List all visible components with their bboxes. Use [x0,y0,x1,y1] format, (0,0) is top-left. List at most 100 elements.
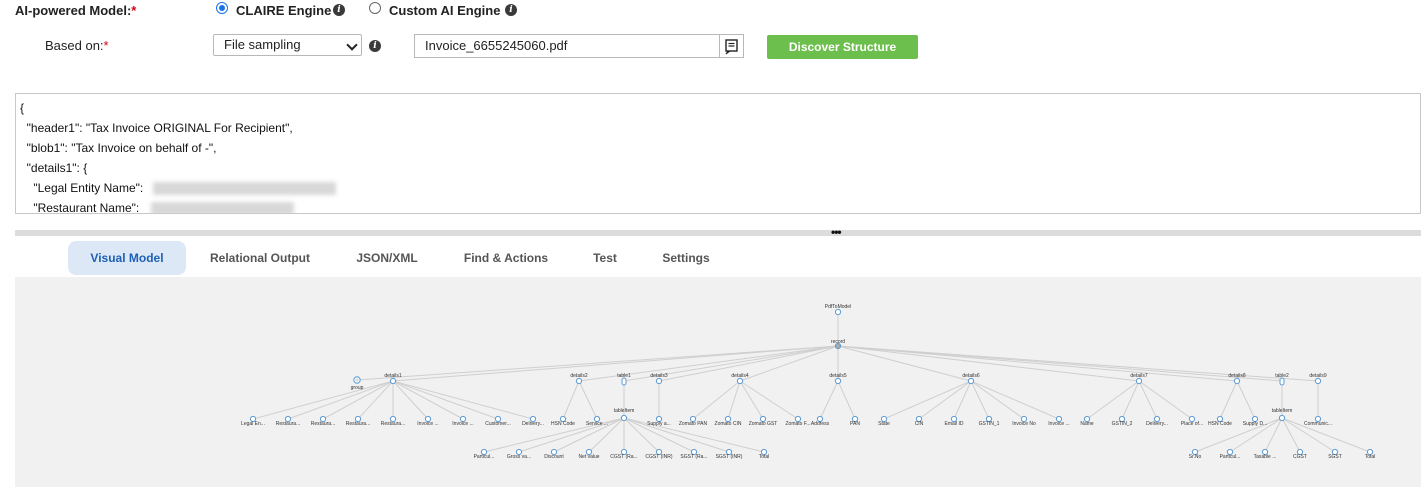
visual-model-canvas[interactable]: PdfToModel record group details1 details2 tab… [15,277,1421,487]
required-mark: * [103,38,109,53]
tree-edge [727,380,741,420]
tree-node-label: Communic... [1304,421,1332,427]
ai-model-label: AI-powered Model:* [15,3,137,18]
table-node-icon[interactable] [1279,377,1285,386]
radio-custom-ai-engine[interactable] [369,2,381,14]
visual-model-tree[interactable]: PdfToModelrecordgroupdetails1 details2 tab… [15,277,1421,487]
tree-edge [739,380,799,420]
tree-node-label: Gross va... [507,454,531,460]
tree-edge [970,380,1060,420]
based-on-value: File sampling [224,37,301,52]
discover-structure-button[interactable]: Discover Structure [767,35,918,59]
tree-node-label: CGST (Ra... [610,454,637,460]
tree-node-label: Restaura... [346,421,370,427]
tree-group-label: group [351,385,364,391]
tree-node-label: PAN [850,421,860,427]
tree-edge [392,380,534,420]
json-line: "blob1": "Tax Invoice on behalf of -", [20,141,217,155]
tab-settings[interactable]: Settings [648,241,724,275]
tree-node-label: Legal En... [241,421,265,427]
tree-node-label: Restaura... [311,421,335,427]
tree-node-label: Restaura... [381,421,405,427]
tree-node-label: CIN [915,421,924,427]
tree-node[interactable] [834,342,842,350]
tree-table-item-label: tableItem [614,408,635,414]
radio-claire-engine[interactable] [216,2,228,14]
redacted-value [153,182,336,195]
tree-node[interactable] [1278,414,1286,422]
tree-node-label: Zomato F... [785,421,810,427]
json-line: "header1": "Tax Invoice ORIGINAL For Rec… [20,121,293,135]
tree-node-label: State [878,421,890,427]
tree-node-label: Invoice ... [452,421,473,427]
tree-node-label: GSTIN_1 [979,421,1000,427]
tree-edge [692,380,741,420]
tree-node-label: Invoice ... [1048,421,1069,427]
tree-edge [356,345,839,381]
tree-node-label: Zomato GST [749,421,778,427]
info-icon[interactable]: i [333,4,345,16]
tree-edge [837,345,1319,382]
tree-node-label: Invoice ... [417,421,438,427]
tree-edge [392,380,499,420]
based-on-label: Based on:* [45,38,109,53]
tree-node-label: Restaura... [276,421,300,427]
tree-node-label: Service ... [586,421,608,427]
tree-node[interactable] [1135,377,1143,385]
tree-node[interactable] [655,377,663,385]
tree-node-label: Name [1080,421,1094,427]
json-preview[interactable]: { "header1": "Tax Invoice ORIGINAL For R… [15,93,1421,214]
tab-json-xml[interactable]: JSON/XML [338,241,436,275]
info-icon[interactable]: i [505,4,517,16]
tab-find-actions[interactable]: Find & Actions [450,241,562,275]
drag-handle-icon[interactable]: ••• [831,225,842,239]
tree-node[interactable] [1314,377,1322,385]
tree-edge [1236,380,1256,420]
tree-node[interactable] [967,377,975,385]
tree-node[interactable] [575,377,583,385]
tree-edge [623,417,730,453]
tab-test[interactable]: Test [578,241,632,275]
tree-edge [287,380,394,420]
tree-node[interactable] [834,308,842,316]
tree-edge [252,380,394,420]
tree-node[interactable] [834,377,842,385]
tab-relational-output[interactable]: Relational Output [196,241,324,275]
splitter-bar[interactable] [15,230,1421,236]
tree-node-label: Total [759,454,770,460]
json-line: "details1": { [20,161,88,175]
tree-node[interactable] [736,377,744,385]
tree-node-label: Delivery... [1146,421,1168,427]
tree-node[interactable] [620,414,628,422]
redacted-value [151,202,294,213]
tree-node-label: Customer... [485,421,511,427]
tree-edge [837,380,856,420]
chevron-down-icon [346,39,358,51]
tree-edge [1138,380,1158,420]
based-on-select[interactable]: File sampling [213,34,362,56]
file-name-field[interactable]: Invoice_6655245060.pdf [414,34,720,58]
tree-edge [578,380,598,420]
tree-node-label: Net value [578,454,599,460]
tree-node-label: CGST (INR) [645,454,672,460]
tree-node-label: SGST (INR) [716,454,743,460]
tree-node-label: Zomato PAN [679,421,708,427]
custom-ai-engine-label[interactable]: Custom AI Engine [389,3,500,18]
tree-node-label: CGST [1293,454,1307,460]
file-browse-button[interactable] [719,34,744,58]
tree-node-label: Supply D... [1243,421,1267,427]
info-icon[interactable]: i [369,40,381,52]
claire-engine-label[interactable]: CLAIRE Engine [236,3,331,18]
table-node-icon[interactable] [621,377,627,386]
tree-node-label: Zomato CIN [715,421,742,427]
tree-edge [1281,417,1301,453]
note-icon [725,39,738,55]
tree-node[interactable] [389,377,397,385]
tree-node-label: SGST (Ra... [680,454,707,460]
required-mark: * [131,3,137,18]
tab-visual-model[interactable]: Visual Model [68,241,186,275]
tree-edge [1086,380,1140,420]
tree-node-label: Invoice No [1012,421,1036,427]
tree-node[interactable] [1233,377,1241,385]
tree-node-label: Delivery... [522,421,544,427]
